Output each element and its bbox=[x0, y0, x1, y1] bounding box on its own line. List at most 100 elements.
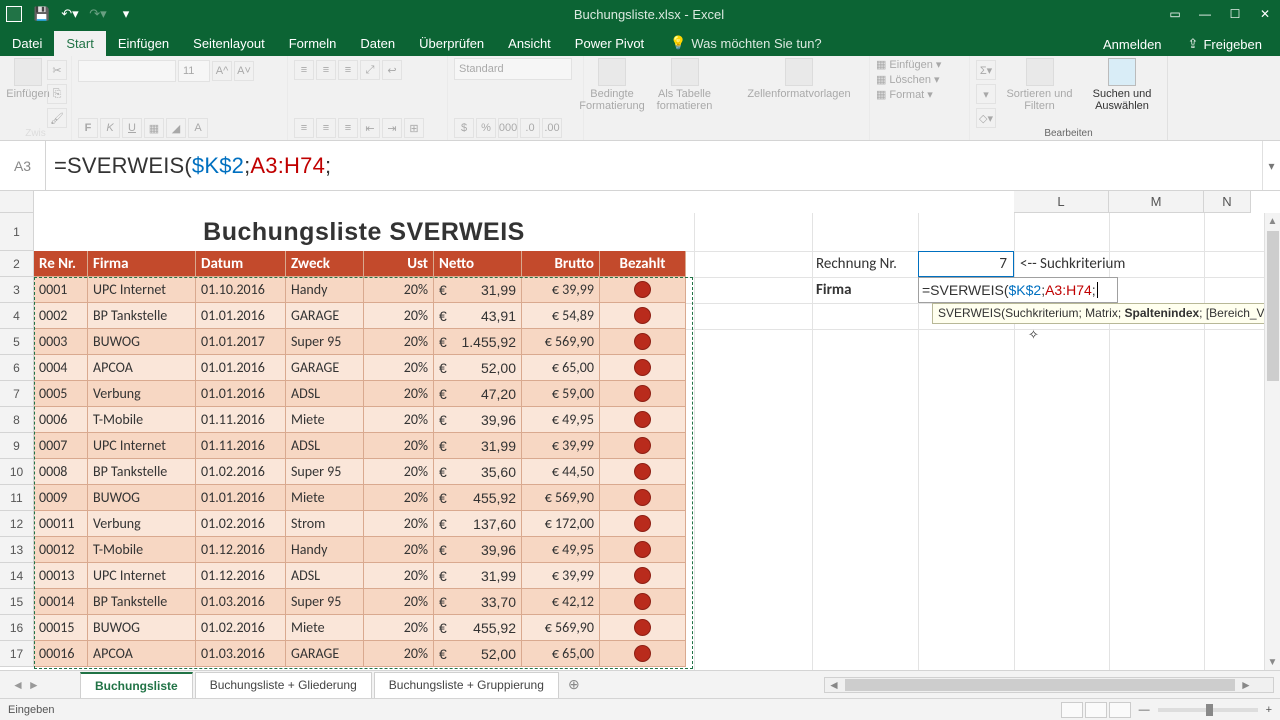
clear-icon: ◇▾ bbox=[976, 108, 996, 128]
qat-more-icon[interactable]: ▾ bbox=[114, 3, 138, 25]
col-header-cell[interactable]: Datum bbox=[196, 251, 286, 277]
col-header-cell[interactable]: Re Nr. bbox=[34, 251, 88, 277]
clipboard-group-label: Zwis bbox=[0, 128, 71, 139]
row-header[interactable]: 11 bbox=[0, 485, 34, 511]
table-row[interactable]: 0009BUWOG01.01.2016Miete20%€455,92€ 569,… bbox=[34, 485, 694, 511]
hscroll-thumb[interactable] bbox=[845, 679, 1235, 691]
undo-icon[interactable]: ↶▾ bbox=[58, 3, 82, 25]
row-header[interactable]: 8 bbox=[0, 407, 34, 433]
row-header[interactable]: 15 bbox=[0, 589, 34, 615]
horizontal-scrollbar[interactable]: ◄ ► bbox=[824, 677, 1274, 693]
table-row[interactable]: 00012T-Mobile01.12.2016Handy20%€39,96€ 4… bbox=[34, 537, 694, 563]
col-header[interactable]: L bbox=[1014, 191, 1109, 213]
table-row[interactable]: 0006T-Mobile01.11.2016Miete20%€39,96€ 49… bbox=[34, 407, 694, 433]
copy-icon: ⎘ bbox=[47, 84, 67, 104]
row-header[interactable]: 2 bbox=[0, 251, 34, 277]
scroll-down-icon[interactable]: ▼ bbox=[1265, 654, 1280, 670]
col-header-cell[interactable]: Firma bbox=[88, 251, 196, 277]
tab-überprüfen[interactable]: Überprüfen bbox=[407, 31, 496, 56]
vertical-scrollbar[interactable]: ▲ ▼ bbox=[1264, 213, 1280, 670]
number-format-select: Standard bbox=[454, 58, 572, 80]
tab-daten[interactable]: Daten bbox=[348, 31, 407, 56]
tab-formeln[interactable]: Formeln bbox=[277, 31, 349, 56]
sheet-tab[interactable]: Buchungsliste + Gruppierung bbox=[374, 672, 559, 698]
add-sheet-icon[interactable]: ⊕ bbox=[561, 676, 587, 693]
table-row[interactable]: 00016APCOA01.03.2016GARAGE20%€52,00€ 65,… bbox=[34, 641, 694, 667]
view-normal-icon[interactable] bbox=[1061, 702, 1083, 718]
row-header[interactable]: 4 bbox=[0, 303, 34, 329]
vscroll-thumb[interactable] bbox=[1267, 231, 1279, 381]
row-header[interactable]: 12 bbox=[0, 511, 34, 537]
tab-power pivot[interactable]: Power Pivot bbox=[563, 31, 656, 56]
status-dot-icon bbox=[634, 359, 651, 376]
name-box[interactable]: A3 bbox=[0, 141, 46, 190]
ribbon-options-icon[interactable]: ▭ bbox=[1160, 0, 1190, 28]
font-name-input bbox=[78, 60, 176, 82]
table-row[interactable]: 00014BP Tankstelle01.03.2016Super 9520%€… bbox=[34, 589, 694, 615]
scroll-left-icon[interactable]: ◄ bbox=[825, 678, 843, 692]
find-select-button[interactable]: Suchen und Auswählen bbox=[1083, 58, 1161, 116]
scroll-up-icon[interactable]: ▲ bbox=[1265, 213, 1280, 229]
scroll-right-icon[interactable]: ► bbox=[1237, 678, 1255, 692]
table-row[interactable]: 0003BUWOG01.01.2017Super 9520%€1.455,92€… bbox=[34, 329, 694, 355]
row-header[interactable]: 13 bbox=[0, 537, 34, 563]
col-header-cell[interactable]: Bezahlt bbox=[600, 251, 686, 277]
sheet-tab[interactable]: Buchungsliste + Gliederung bbox=[195, 672, 372, 698]
col-header[interactable]: N bbox=[1204, 191, 1251, 213]
tab-nav-next-icon[interactable]: ► bbox=[28, 678, 40, 692]
zoom-slider[interactable] bbox=[1158, 708, 1258, 712]
tab-ansicht[interactable]: Ansicht bbox=[496, 31, 563, 56]
select-all-corner[interactable] bbox=[0, 191, 34, 213]
col-header-cell[interactable]: Netto bbox=[434, 251, 522, 277]
excel-app-icon bbox=[6, 6, 22, 22]
col-header-cell[interactable]: Zweck bbox=[286, 251, 364, 277]
sheet-tab[interactable]: Buchungsliste bbox=[80, 672, 193, 698]
row-header[interactable]: 1 bbox=[0, 213, 34, 251]
col-header-cell[interactable]: Ust bbox=[364, 251, 434, 277]
close-icon[interactable]: ✕ bbox=[1250, 0, 1280, 28]
row-header[interactable]: 10 bbox=[0, 459, 34, 485]
save-icon[interactable]: 💾 bbox=[30, 3, 54, 25]
tell-me-input[interactable]: 💡Was möchten Sie tun? bbox=[662, 30, 830, 56]
freigeben-button[interactable]: ⇪Freigeben bbox=[1178, 32, 1272, 56]
row-header[interactable]: 7 bbox=[0, 381, 34, 407]
maximize-icon[interactable]: ☐ bbox=[1220, 0, 1250, 28]
row-header[interactable]: 14 bbox=[0, 563, 34, 589]
table-row[interactable]: 0004APCOA01.01.2016GARAGE20%€52,00€ 65,0… bbox=[34, 355, 694, 381]
table-row[interactable]: 00013UPC Internet01.12.2016ADSL20%€31,99… bbox=[34, 563, 694, 589]
formula-bar[interactable]: =SVERWEIS($K$2;A3:H74; bbox=[46, 141, 1262, 190]
table-row[interactable]: 00011Verbung01.02.2016Strom20%€137,60€ 1… bbox=[34, 511, 694, 537]
row-header[interactable]: 17 bbox=[0, 641, 34, 667]
row-header[interactable]: 9 bbox=[0, 433, 34, 459]
tab-start[interactable]: Start bbox=[54, 31, 105, 56]
row-header[interactable]: 5 bbox=[0, 329, 34, 355]
table-row[interactable]: 0007UPC Internet01.11.2016ADSL20%€31,99€… bbox=[34, 433, 694, 459]
row-header[interactable]: 16 bbox=[0, 615, 34, 641]
tab-seitenlayout[interactable]: Seitenlayout bbox=[181, 31, 277, 56]
minimize-icon[interactable]: — bbox=[1190, 0, 1220, 28]
status-dot-icon bbox=[634, 645, 651, 662]
tab-datei[interactable]: Datei bbox=[0, 31, 54, 56]
view-page-break-icon[interactable] bbox=[1109, 702, 1131, 718]
tab-nav-prev-icon[interactable]: ◄ bbox=[12, 678, 24, 692]
rechnung-nr-value[interactable]: 7 bbox=[918, 251, 1014, 277]
row-header[interactable]: 3 bbox=[0, 277, 34, 303]
table-row[interactable]: 0008BP Tankstelle01.02.2016Super 9520%€3… bbox=[34, 459, 694, 485]
table-title: Buchungsliste SVERWEIS bbox=[34, 213, 694, 251]
tab-einfügen[interactable]: Einfügen bbox=[106, 31, 181, 56]
col-header[interactable]: M bbox=[1109, 191, 1204, 213]
formula-edit-cell[interactable]: =SVERWEIS($K$2;A3:H74; bbox=[918, 277, 1118, 303]
align-left-icon: ≡ bbox=[294, 118, 314, 138]
view-page-layout-icon[interactable] bbox=[1085, 702, 1107, 718]
anmelden-link[interactable]: Anmelden bbox=[1093, 33, 1172, 56]
dec-decimal-icon: .00 bbox=[542, 118, 562, 138]
table-row[interactable]: 0005Verbung01.01.2016ADSL20%€47,20€ 59,0… bbox=[34, 381, 694, 407]
window-title: Buchungsliste.xlsx - Excel bbox=[574, 7, 724, 22]
wrap-icon: ↩ bbox=[382, 60, 402, 80]
col-header-cell[interactable]: Brutto bbox=[522, 251, 600, 277]
row-header[interactable]: 6 bbox=[0, 355, 34, 381]
table-row[interactable]: 0002BP Tankstelle01.01.2016GARAGE20%€43,… bbox=[34, 303, 694, 329]
table-row[interactable]: 00015BUWOG01.02.2016Miete20%€455,92€ 569… bbox=[34, 615, 694, 641]
formula-expand-icon[interactable]: ▾ bbox=[1262, 141, 1280, 190]
table-row[interactable]: 0001UPC Internet01.10.2016Handy20%€31,99… bbox=[34, 277, 694, 303]
